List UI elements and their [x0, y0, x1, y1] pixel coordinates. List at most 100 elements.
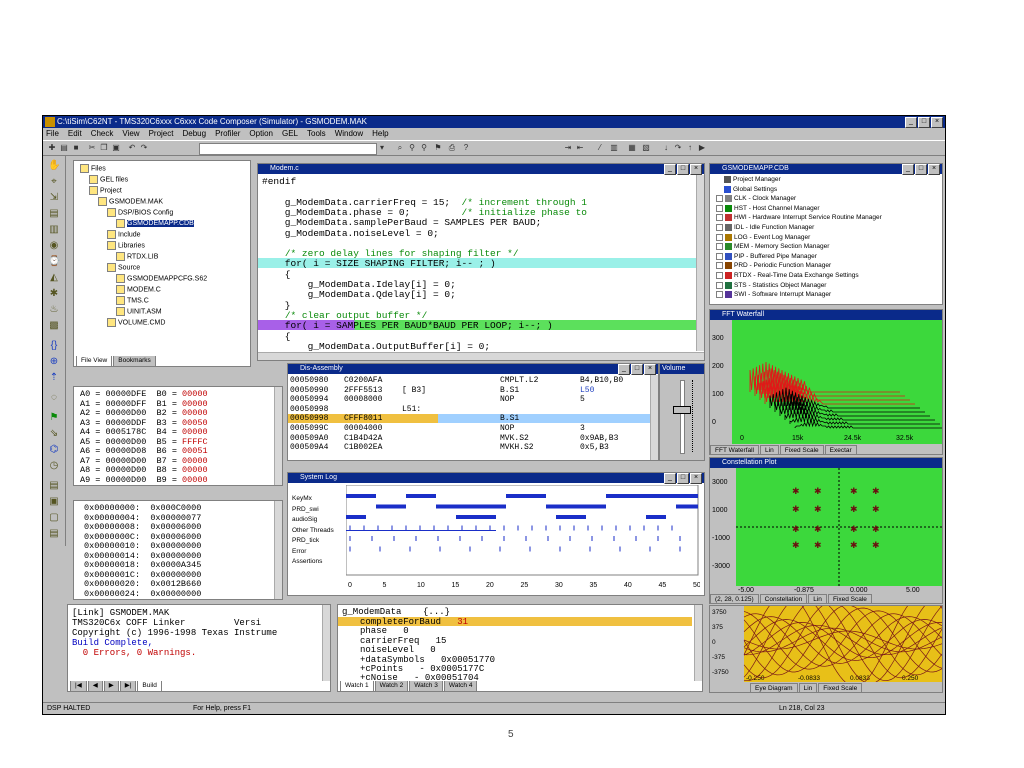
register-value[interactable]: 00000	[182, 399, 208, 409]
source-view-icon[interactable]: ▦	[627, 143, 637, 152]
tree-item[interactable]: GSMODEM.MAK	[98, 197, 163, 206]
memory-value[interactable]: 0x00006000	[150, 522, 201, 532]
tree-item[interactable]: Source	[107, 263, 140, 272]
dsp-config-item[interactable]: IDL - Idle Function Manager	[716, 224, 814, 232]
find-icon[interactable]: ⌕	[395, 143, 405, 152]
tab-file-view[interactable]: File View	[76, 356, 113, 366]
fft-lin-button[interactable]: Lin	[760, 445, 779, 454]
tree-item[interactable]: UINIT.ASM	[116, 307, 162, 316]
cmd-window-icon[interactable]: ▣	[48, 496, 60, 508]
tree-item[interactable]: Project	[89, 186, 122, 195]
asm-view-icon[interactable]: ▧	[641, 143, 651, 152]
volume-slider-handle[interactable]	[673, 406, 691, 414]
expand-icon[interactable]	[716, 224, 723, 231]
expand-icon[interactable]	[716, 204, 723, 212]
tree-item[interactable]: MODEM.C	[116, 285, 161, 294]
dsp-config-item[interactable]: HST - Host Channel Manager	[716, 204, 820, 213]
step-into-side-icon[interactable]: {}	[48, 340, 60, 352]
tab-build[interactable]: Build	[137, 681, 162, 691]
tree-item[interactable]: RTDX.LIB	[116, 252, 158, 261]
editor-minimize-button[interactable]: _	[664, 164, 676, 175]
tab-watch-1[interactable]: Watch 1	[340, 681, 374, 691]
constellation-graph[interactable]: 3000 1000 -1000 -3000 -5.00 -0.875 0.000 5.00 ✱ ✱…	[710, 468, 942, 593]
find-next-icon[interactable]: ⚲	[407, 143, 417, 152]
dsp-config-item[interactable]: RTDX - Real-Time Data Exchange Settings	[716, 272, 859, 280]
tree-item[interactable]: VOLUME.CMD	[107, 318, 165, 327]
tab-bookmarks[interactable]: Bookmarks	[113, 356, 156, 366]
register-value[interactable]: 00000D08	[106, 446, 147, 456]
open-file-icon[interactable]: ▤	[59, 143, 69, 152]
save-icon[interactable]: ■	[71, 143, 81, 152]
step-asm-icon[interactable]: ⇘	[48, 428, 60, 440]
help-icon[interactable]: ?	[461, 143, 471, 152]
new-file-icon[interactable]: ✚	[47, 143, 57, 152]
config-close-button[interactable]: ×	[928, 164, 940, 175]
watch-scrollbar[interactable]	[694, 605, 702, 681]
tab-nav-first[interactable]: |◀	[70, 681, 87, 691]
dsp-config-item[interactable]: HWI - Hardware Interrupt Service Routine…	[716, 214, 882, 222]
register-value[interactable]: 00000	[182, 427, 208, 437]
close-button[interactable]: ×	[931, 117, 943, 128]
step-into-icon[interactable]: ↓	[661, 143, 671, 152]
expand-icon[interactable]	[716, 272, 723, 279]
disasm-close-button[interactable]: ×	[644, 364, 656, 375]
breakpoint-icon[interactable]: ✋	[48, 160, 60, 172]
eye-diagram-graph[interactable]: 37503750-375-3750-0.250 -0.0833 0.0833 0.25…	[710, 606, 942, 682]
register-value[interactable]: 00000	[182, 465, 208, 475]
clock-icon[interactable]: ◷	[48, 460, 60, 472]
watch-window-icon[interactable]: ◉	[48, 240, 60, 252]
tab-nav-prev[interactable]: ◀	[87, 681, 103, 691]
probe-point-icon[interactable]: ⌖	[48, 176, 60, 188]
editor-hscroll[interactable]	[258, 352, 704, 360]
system-log-graph[interactable]: 0 5 10 15 20 25 30 35 40 45 50	[346, 485, 700, 593]
redo-icon[interactable]: ↷	[139, 143, 149, 152]
menu-project[interactable]: Project	[149, 128, 174, 139]
tree-item[interactable]: GEL files	[89, 175, 128, 184]
menu-edit[interactable]: Edit	[68, 128, 82, 139]
watch-value[interactable]: 15	[436, 636, 447, 646]
register-value[interactable]: 00000D00	[106, 465, 147, 475]
expand-icon[interactable]	[716, 214, 723, 222]
register-value[interactable]: 00000	[182, 456, 208, 466]
dsp-config-item[interactable]: PRD - Periodic Function Manager	[716, 262, 831, 270]
title-bar[interactable]: C:\tiSim\C62NT - TMS320C6xxx C6xxx Code …	[43, 116, 945, 128]
step-over-side-icon[interactable]: ⊕	[48, 356, 60, 368]
menu-help[interactable]: Help	[372, 128, 388, 139]
menu-tools[interactable]: Tools	[307, 128, 326, 139]
tab-watch-3[interactable]: Watch 3	[409, 681, 443, 691]
disasm-maximize-button[interactable]: □	[631, 364, 643, 375]
log-maximize-button[interactable]: □	[677, 473, 689, 484]
minimize-button[interactable]: _	[905, 117, 917, 128]
config-minimize-button[interactable]: _	[902, 164, 914, 175]
build-scrollbar[interactable]	[322, 605, 330, 681]
dsp-config-item[interactable]: LOG - Event Log Manager	[716, 233, 810, 242]
register-value[interactable]: 00000DFF	[106, 399, 147, 409]
dsp-config-item[interactable]: MEM - Memory Section Manager	[716, 243, 829, 251]
mixed-mode-icon[interactable]: ▥	[609, 143, 619, 152]
log-close-button[interactable]: ×	[690, 473, 702, 484]
register-value[interactable]: 0005178C	[106, 427, 147, 437]
fft-mode-button[interactable]: FFT Waterfall	[710, 445, 760, 454]
run-icon[interactable]: ▶	[697, 143, 707, 152]
memory-value[interactable]: 0x00000000	[150, 541, 201, 551]
register-value[interactable]: 00000	[182, 389, 208, 399]
tab-watch-2[interactable]: Watch 2	[374, 681, 409, 691]
memory-value[interactable]: 0x00000000	[150, 589, 201, 599]
copy-icon[interactable]: ❐	[99, 143, 109, 152]
register-value[interactable]: FFFFC	[182, 437, 208, 447]
reset-icon[interactable]: ◌	[48, 392, 60, 404]
tree-item[interactable]: GSMODEMAPPCFG.S62	[116, 274, 207, 283]
expand-icon[interactable]	[716, 195, 723, 203]
memory-value[interactable]: 0x0012B660	[150, 579, 201, 589]
editor-close-button[interactable]: ×	[690, 164, 702, 175]
tree-item[interactable]: Files	[80, 164, 106, 173]
tree-item[interactable]: Libraries	[107, 241, 145, 250]
constellation-lin-button[interactable]: Lin	[808, 594, 827, 603]
menu-window[interactable]: Window	[335, 128, 363, 139]
register-value[interactable]: 00051	[182, 446, 208, 456]
memory-value[interactable]: 0x00000077	[150, 513, 201, 523]
menu-file[interactable]: File	[46, 128, 59, 139]
log-minimize-button[interactable]: _	[664, 473, 676, 484]
expand-icon[interactable]	[716, 281, 723, 289]
dsp-config-item[interactable]: Project Manager	[724, 176, 781, 184]
